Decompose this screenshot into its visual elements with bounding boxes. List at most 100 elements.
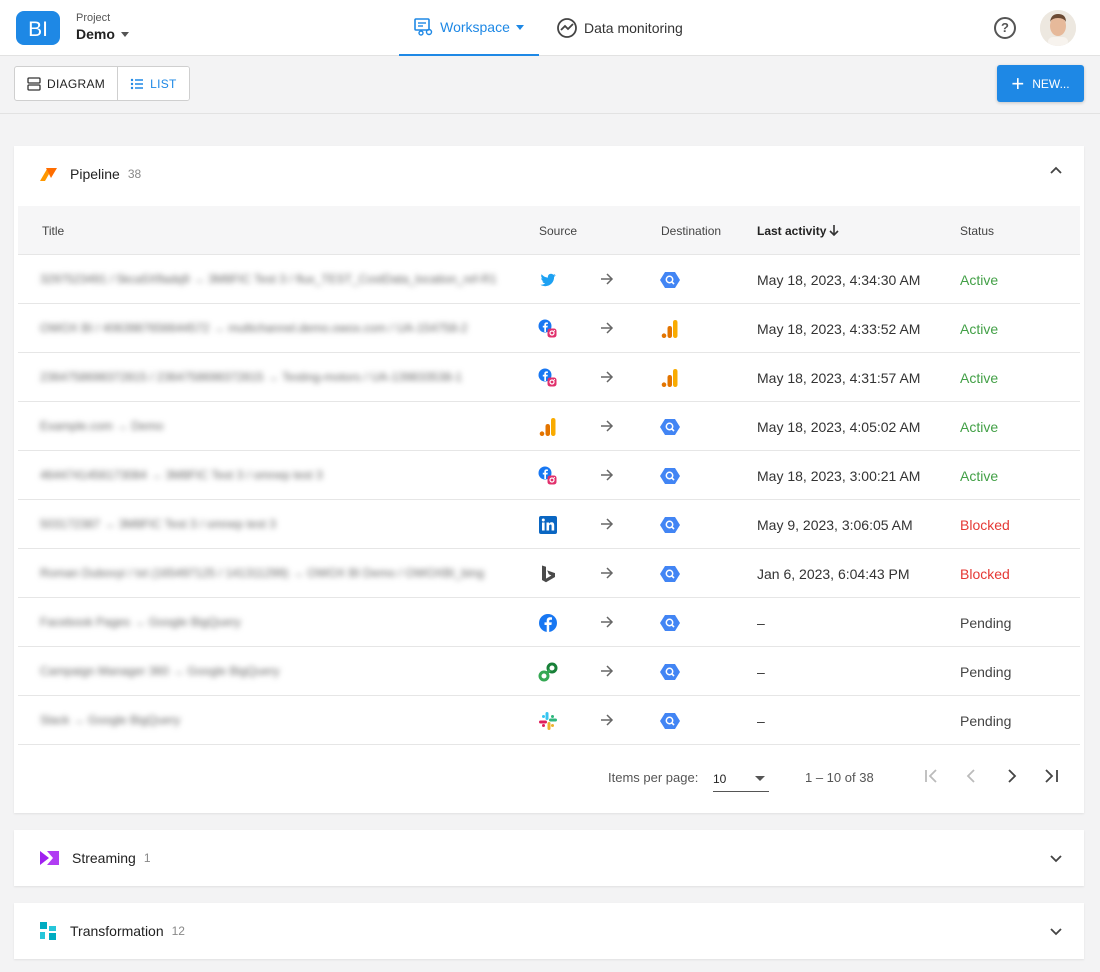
- chevron-up-icon[interactable]: [1050, 166, 1062, 174]
- status-badge: Blocked: [960, 566, 1010, 582]
- table-row[interactable]: Example.com → Demo May 18, 2023, 4:05:02 …: [18, 402, 1080, 451]
- arrow-right-icon: [600, 517, 614, 536]
- arrow-right-icon: [600, 713, 614, 732]
- row-last-activity: –: [757, 664, 765, 680]
- prev-page-icon[interactable]: [965, 768, 977, 784]
- row-title[interactable]: OWOX BI / 4063987656644572 → multichanne…: [40, 304, 530, 352]
- bigquery-icon: [660, 417, 680, 437]
- next-page-icon[interactable]: [1006, 768, 1018, 784]
- last-page-icon[interactable]: [1042, 768, 1060, 784]
- pipeline-header[interactable]: Pipeline 38: [14, 146, 1084, 201]
- pipeline-icon: [40, 167, 57, 181]
- paginator: Items per page: 10 1 – 10 of 38: [14, 756, 1084, 796]
- row-last-activity: –: [757, 713, 765, 729]
- streaming-panel: Streaming 1: [14, 830, 1084, 886]
- row-title[interactable]: 3297523491 / 5kca5Xfladq9 → 3M8FIC Test …: [40, 255, 530, 303]
- tab-data-monitoring-label: Data monitoring: [584, 20, 683, 36]
- row-title[interactable]: 2364758698372815 / 2364758698372815 → Te…: [40, 353, 530, 401]
- project-selector[interactable]: Project Demo: [76, 12, 129, 44]
- avatar[interactable]: [1040, 10, 1076, 46]
- table-row[interactable]: Slack → Google BigQuery – Pending: [18, 696, 1080, 745]
- table-row[interactable]: 3297523491 / 5kca5Xfladq9 → 3M8FIC Test …: [18, 255, 1080, 304]
- col-destination[interactable]: Destination: [661, 224, 721, 238]
- sort-arrow-down-icon[interactable]: [829, 224, 839, 237]
- chevron-down-icon: [755, 776, 765, 781]
- col-title[interactable]: Title: [42, 224, 64, 238]
- google-analytics-icon: [538, 417, 558, 437]
- table-row[interactable]: Roman Dubovyi / txt (165497125 / 1413112…: [18, 549, 1080, 598]
- row-title[interactable]: 4644741456173084 → 3M8FIC Test 3 / omnep…: [40, 451, 530, 499]
- col-last-activity[interactable]: Last activity: [757, 224, 826, 238]
- table-row[interactable]: OWOX BI / 4063987656644572 → multichanne…: [18, 304, 1080, 353]
- table-row[interactable]: 4644741456173084 → 3M8FIC Test 3 / omnep…: [18, 451, 1080, 500]
- arrow-right-icon: [600, 419, 614, 438]
- status-badge: Active: [960, 321, 999, 337]
- row-title[interactable]: Roman Dubovyi / txt (165497125 / 1413112…: [40, 549, 530, 597]
- status-badge: Pending: [960, 664, 1012, 680]
- row-last-activity: May 18, 2023, 4:33:52 AM: [757, 321, 921, 337]
- row-title[interactable]: Campaign Manager 360 → Google BigQuery: [40, 647, 530, 695]
- slack-icon: [538, 711, 558, 731]
- arrow-right-icon: [600, 272, 614, 291]
- bigquery-icon: [660, 711, 680, 731]
- facebook-icon: [538, 613, 558, 633]
- status-badge: Active: [960, 468, 999, 484]
- table-header: Title Source Destination Last activity S…: [18, 206, 1080, 255]
- twitter-icon: [538, 270, 558, 290]
- arrow-right-icon: [600, 321, 614, 340]
- google-analytics-icon: [660, 368, 680, 388]
- table-row[interactable]: Facebook Pages → Google BigQuery – Pending: [18, 598, 1080, 647]
- row-last-activity: May 18, 2023, 3:00:21 AM: [757, 468, 921, 484]
- row-last-activity: May 18, 2023, 4:34:30 AM: [757, 272, 921, 288]
- logo-text: BI: [28, 18, 48, 41]
- arrow-right-icon: [600, 370, 614, 389]
- items-per-page-label: Items per page:: [608, 770, 699, 785]
- transformation-count: 12: [171, 923, 185, 938]
- row-title[interactable]: Slack → Google BigQuery: [40, 696, 530, 744]
- row-last-activity: May 9, 2023, 3:06:05 AM: [757, 517, 913, 533]
- pipeline-count: 38: [127, 166, 142, 181]
- transformation-icon: [40, 921, 56, 940]
- tab-workspace[interactable]: Workspace: [399, 0, 539, 56]
- linkedin-icon: [538, 515, 558, 535]
- pipeline-title: Pipeline: [70, 165, 120, 182]
- streaming-icon: [40, 850, 59, 865]
- table-row[interactable]: 503172387 → 3M8FIC Test 3 / omnep test 3…: [18, 500, 1080, 549]
- row-title[interactable]: Example.com → Demo: [40, 402, 530, 450]
- first-page-icon[interactable]: [923, 768, 941, 784]
- streaming-count: 1: [143, 850, 151, 865]
- transformation-panel: Transformation 12: [14, 903, 1084, 959]
- chevron-down-icon: [515, 24, 524, 30]
- monitoring-icon: [557, 18, 577, 38]
- streaming-title: Streaming: [72, 849, 136, 866]
- logo[interactable]: BI: [16, 11, 60, 45]
- project-label: Project: [76, 12, 111, 24]
- google-analytics-icon: [660, 319, 680, 339]
- facebook-instagram-icon: [538, 368, 558, 388]
- row-title[interactable]: 503172387 → 3M8FIC Test 3 / omnep test 3: [40, 500, 530, 548]
- help-icon[interactable]: ?: [994, 17, 1016, 39]
- page-size-select[interactable]: 10: [713, 766, 769, 792]
- list-view-button[interactable]: LIST: [117, 67, 189, 100]
- tab-data-monitoring[interactable]: Data monitoring: [556, 0, 691, 56]
- diagram-view-button[interactable]: DIAGRAM: [15, 67, 117, 100]
- row-title[interactable]: Facebook Pages → Google BigQuery: [40, 598, 530, 646]
- new-button[interactable]: + NEW...: [997, 65, 1084, 102]
- col-status[interactable]: Status: [960, 224, 994, 238]
- arrow-right-icon: [600, 664, 614, 683]
- col-source[interactable]: Source: [539, 224, 577, 238]
- chevron-down-icon[interactable]: [1050, 855, 1062, 863]
- bigquery-icon: [660, 515, 680, 535]
- list-icon: [130, 78, 144, 89]
- list-view-label: LIST: [150, 76, 177, 91]
- table-row[interactable]: Campaign Manager 360 → Google BigQuery – P…: [18, 647, 1080, 696]
- status-badge: Active: [960, 272, 999, 288]
- chevron-down-icon[interactable]: [1050, 928, 1062, 936]
- arrow-right-icon: [600, 566, 614, 585]
- workspace-icon: [414, 18, 433, 36]
- transformation-header[interactable]: Transformation 12: [14, 903, 1084, 958]
- diagram-view-label: DIAGRAM: [47, 76, 106, 91]
- table-row[interactable]: 2364758698372815 / 2364758698372815 → Te…: [18, 353, 1080, 402]
- streaming-header[interactable]: Streaming 1: [14, 830, 1084, 885]
- pipeline-panel: Pipeline 38 Title Source Destination Las…: [14, 146, 1084, 813]
